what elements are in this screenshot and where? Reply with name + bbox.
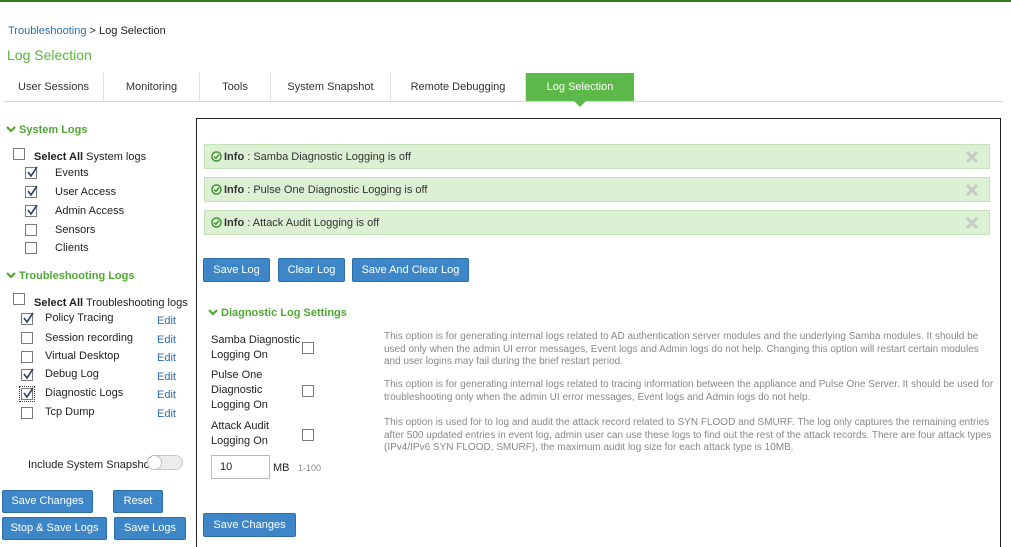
check-circle-icon bbox=[211, 217, 222, 228]
tab-log-selection[interactable]: Log Selection bbox=[526, 73, 634, 101]
breadcrumb: Troubleshooting > Log Selection bbox=[8, 25, 166, 37]
tab-bar: User Sessions Monitoring Tools System Sn… bbox=[4, 73, 1003, 102]
page-title: Log Selection bbox=[7, 47, 92, 63]
tab-tools[interactable]: Tools bbox=[200, 73, 271, 101]
clients-label: Clients bbox=[55, 242, 89, 254]
save-logs-button[interactable]: Save Logs bbox=[114, 517, 186, 540]
close-icon[interactable] bbox=[965, 183, 979, 197]
session-recording-label: Session recording bbox=[45, 332, 134, 344]
checkmark-icon bbox=[27, 204, 38, 216]
attack-audit-label: Attack Audit Logging On bbox=[211, 420, 270, 447]
select-all-system-label: Select All System logs bbox=[34, 151, 147, 163]
system-logs-header[interactable]: System Logs bbox=[6, 124, 87, 136]
main-save-changes-button[interactable]: Save Changes bbox=[203, 513, 296, 537]
troubleshooting-logs-header[interactable]: Troubleshooting Logs bbox=[6, 270, 135, 282]
pulse-one-diagnostic-label: Pulse One Diagnostic Logging On bbox=[211, 369, 268, 411]
log-size-unit: MB bbox=[273, 462, 290, 474]
diagnostic-settings-header[interactable]: Diagnostic Log Settings bbox=[208, 307, 347, 319]
policy-tracing-label: Policy Tracing bbox=[45, 312, 114, 324]
samba-diagnostic-label: Samba Diagnostic Logging On bbox=[211, 334, 301, 361]
info-message-samba: Info : Samba Diagnostic Logging is off bbox=[204, 144, 990, 169]
breadcrumb-current: Log Selection bbox=[99, 25, 166, 37]
stop-save-logs-button[interactable]: Stop & Save Logs bbox=[2, 517, 107, 540]
info-text: Info : Pulse One Diagnostic Logging is o… bbox=[224, 184, 428, 196]
save-log-button[interactable]: Save Log bbox=[203, 258, 270, 282]
clear-log-button[interactable]: Clear Log bbox=[278, 258, 345, 282]
tab-remote-debugging[interactable]: Remote Debugging bbox=[391, 73, 526, 101]
info-text: Info : Attack Audit Logging is off bbox=[224, 217, 380, 229]
info-text: Info : Samba Diagnostic Logging is off bbox=[224, 151, 411, 163]
events-label: Events bbox=[55, 167, 89, 179]
sensors-label: Sensors bbox=[55, 224, 96, 236]
tab-user-sessions[interactable]: User Sessions bbox=[4, 73, 104, 101]
breadcrumb-link-troubleshooting[interactable]: Troubleshooting bbox=[8, 25, 86, 37]
sensors-checkbox[interactable] bbox=[25, 224, 37, 236]
diagnostic-logs-checkbox[interactable] bbox=[19, 386, 35, 402]
close-icon[interactable] bbox=[965, 216, 979, 230]
info-message-pulse-one: Info : Pulse One Diagnostic Logging is o… bbox=[204, 177, 990, 202]
left-save-changes-button[interactable]: Save Changes bbox=[2, 490, 93, 513]
include-snapshot-label: Include System Snapshot bbox=[28, 459, 153, 471]
reset-button[interactable]: Reset bbox=[113, 490, 163, 513]
virtual-desktop-edit-link[interactable]: Edit bbox=[157, 352, 176, 364]
admin-access-label: Admin Access bbox=[55, 205, 125, 217]
debug-log-edit-link[interactable]: Edit bbox=[157, 371, 176, 383]
tcp-dump-label: Tcp Dump bbox=[45, 406, 95, 418]
diagnostic-logs-edit-link[interactable]: Edit bbox=[157, 389, 176, 401]
system-logs-heading: System Logs bbox=[19, 124, 88, 136]
tcp-dump-edit-link[interactable]: Edit bbox=[157, 408, 176, 420]
tab-monitoring[interactable]: Monitoring bbox=[104, 73, 200, 101]
debug-log-label: Debug Log bbox=[45, 368, 99, 380]
debug-log-checkbox[interactable] bbox=[21, 368, 34, 381]
select-all-system-checkbox[interactable] bbox=[13, 148, 25, 160]
attack-audit-checkbox[interactable] bbox=[302, 429, 314, 441]
info-message-attack-audit: Info : Attack Audit Logging is off bbox=[204, 210, 990, 235]
checkmark-icon bbox=[23, 387, 34, 399]
toggle-knob bbox=[147, 455, 162, 470]
checkmark-icon bbox=[27, 166, 38, 178]
top-accent-line bbox=[0, 0, 1011, 2]
checkmark-icon bbox=[23, 312, 34, 324]
breadcrumb-separator: > bbox=[86, 25, 100, 37]
active-tab-caret bbox=[574, 101, 586, 107]
samba-diagnostic-checkbox[interactable] bbox=[302, 342, 314, 354]
close-icon[interactable] bbox=[965, 150, 979, 164]
tab-system-snapshot[interactable]: System Snapshot bbox=[271, 73, 391, 101]
troubleshooting-logs-heading: Troubleshooting Logs bbox=[19, 270, 135, 282]
diagnostic-logs-label: Diagnostic Logs bbox=[45, 387, 124, 399]
clients-checkbox[interactable] bbox=[25, 242, 37, 254]
events-checkbox[interactable] bbox=[25, 166, 38, 179]
tcp-dump-checkbox[interactable] bbox=[21, 407, 33, 419]
policy-tracing-checkbox[interactable] bbox=[21, 312, 34, 325]
chevron-down-icon bbox=[6, 272, 16, 279]
log-size-input[interactable] bbox=[211, 455, 270, 479]
virtual-desktop-label: Virtual Desktop bbox=[45, 350, 120, 362]
virtual-desktop-checkbox[interactable] bbox=[21, 351, 33, 363]
admin-access-checkbox[interactable] bbox=[25, 204, 38, 217]
chevron-down-icon bbox=[208, 309, 218, 316]
log-size-range: 1-100 bbox=[298, 463, 322, 473]
check-circle-icon bbox=[211, 151, 222, 162]
check-circle-icon bbox=[211, 184, 222, 195]
select-all-troubleshooting-label: Select All Troubleshooting logs bbox=[34, 297, 188, 309]
select-all-troubleshooting-checkbox[interactable] bbox=[13, 293, 25, 305]
user-access-checkbox[interactable] bbox=[25, 185, 38, 198]
samba-diagnostic-description: This option is for generating internal l… bbox=[384, 331, 979, 367]
checkmark-icon bbox=[27, 185, 38, 197]
save-and-clear-log-button[interactable]: Save And Clear Log bbox=[352, 258, 469, 282]
session-recording-edit-link[interactable]: Edit bbox=[157, 334, 176, 346]
attack-audit-description: This option is used for to log and audit… bbox=[384, 417, 992, 453]
user-access-label: User Access bbox=[55, 186, 117, 198]
policy-tracing-edit-link[interactable]: Edit bbox=[157, 315, 176, 327]
pulse-one-diagnostic-checkbox[interactable] bbox=[302, 385, 314, 397]
pulse-one-diagnostic-description: This option is for generating internal l… bbox=[384, 379, 994, 403]
session-recording-checkbox[interactable] bbox=[21, 332, 33, 344]
include-snapshot-toggle[interactable] bbox=[147, 455, 183, 470]
chevron-down-icon bbox=[6, 126, 16, 133]
checkmark-icon bbox=[23, 368, 34, 380]
diagnostic-settings-heading: Diagnostic Log Settings bbox=[221, 307, 347, 319]
